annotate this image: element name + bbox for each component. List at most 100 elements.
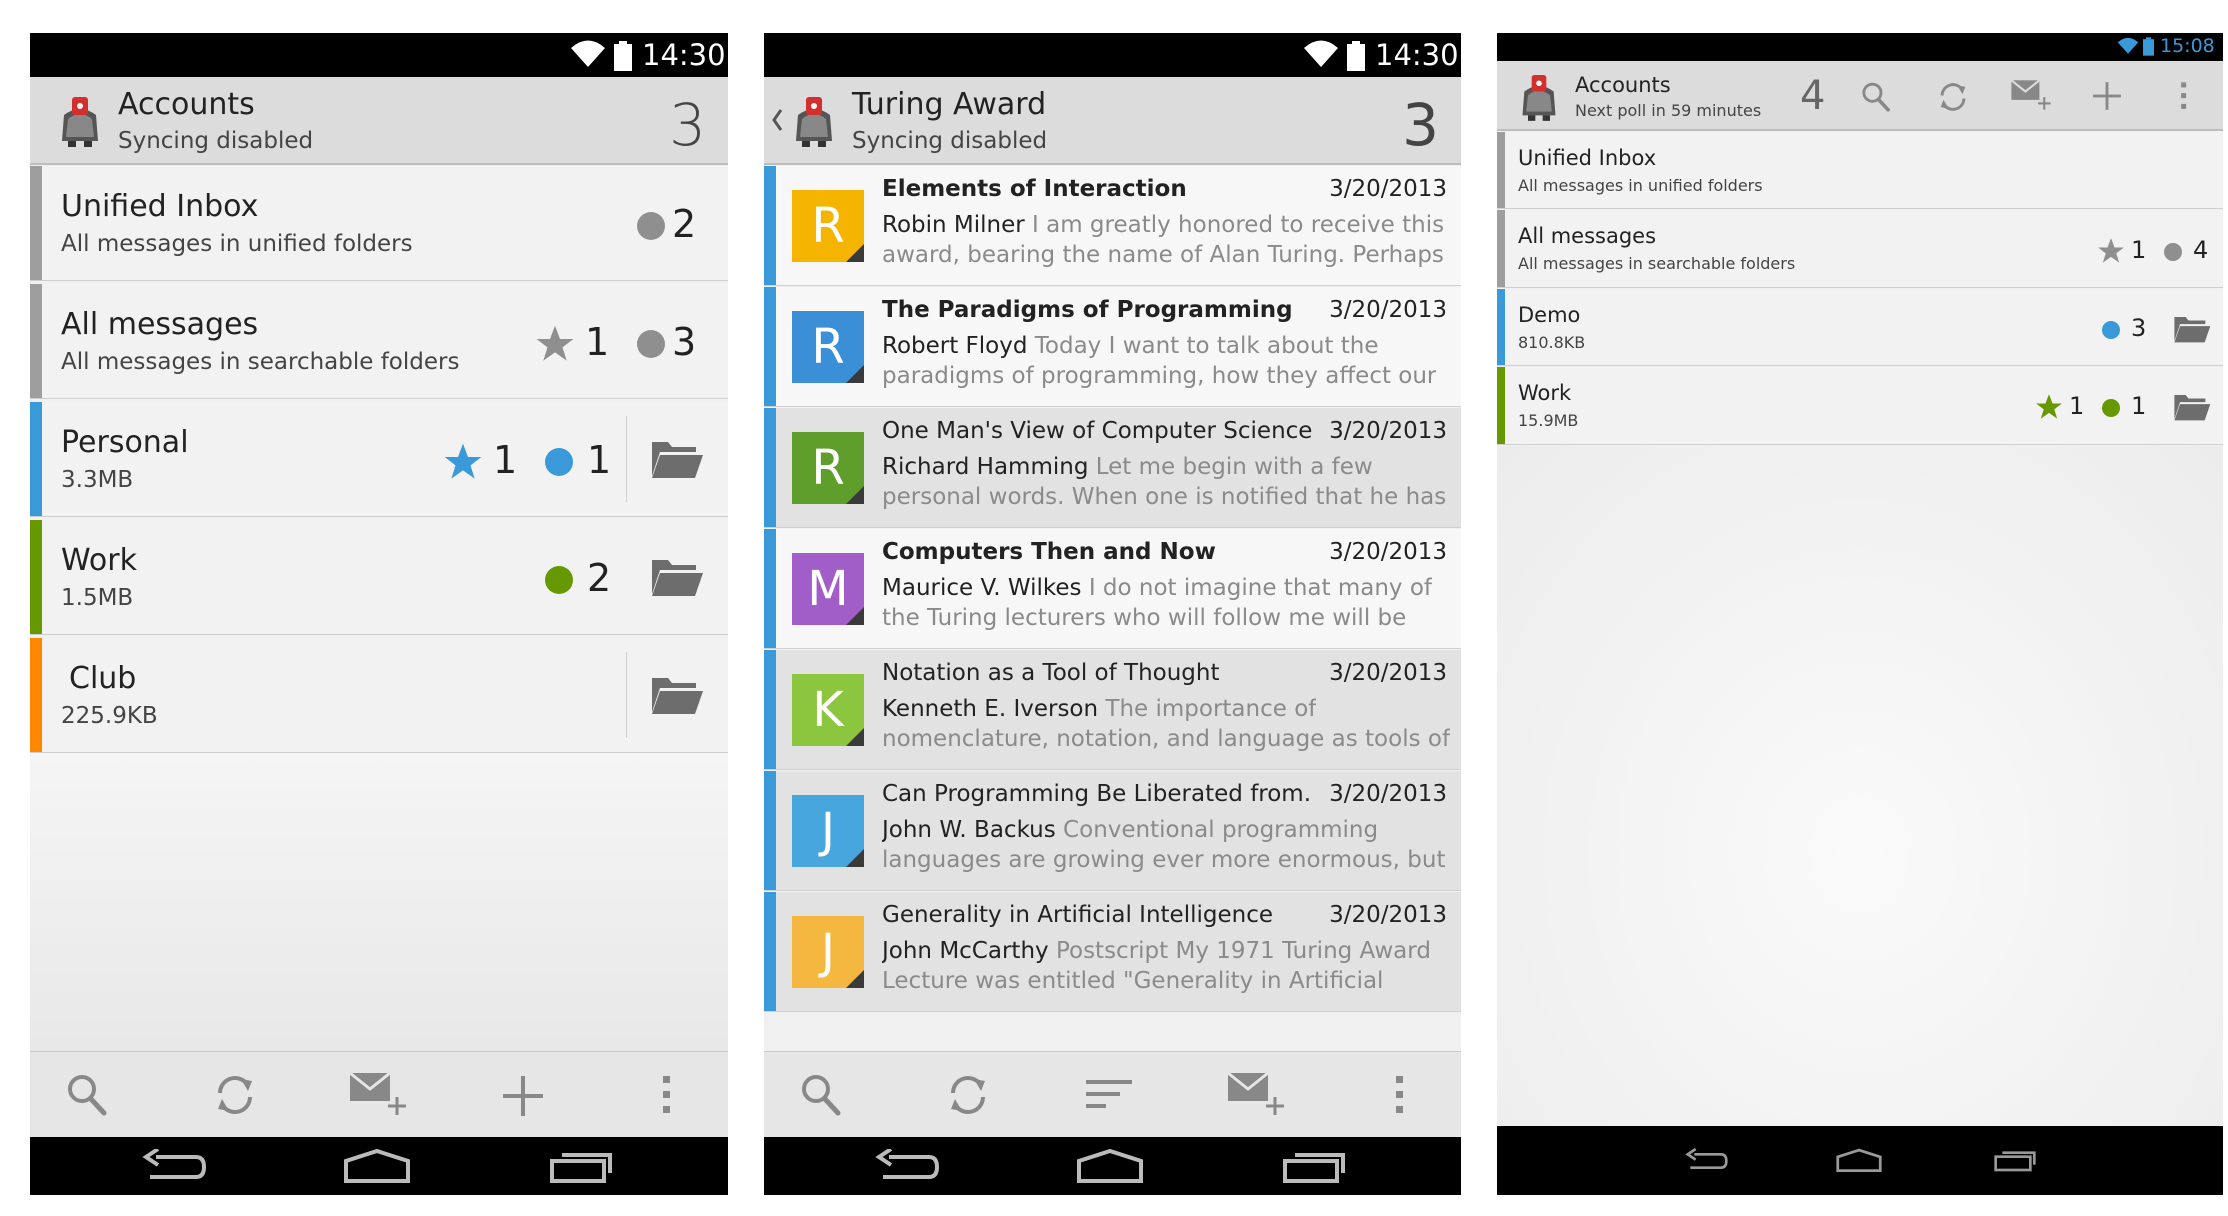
refresh-icon[interactable] xyxy=(213,1073,257,1117)
overflow-menu-icon[interactable] xyxy=(1395,1074,1405,1116)
home-icon[interactable] xyxy=(1075,1149,1145,1185)
status-bar: 14:30 xyxy=(30,33,728,77)
divider xyxy=(626,652,627,738)
contact-avatar[interactable]: R xyxy=(792,311,864,383)
refresh-icon[interactable] xyxy=(1937,81,1969,113)
divider xyxy=(626,416,627,502)
message-row[interactable]: R One Man's View of Computer Science 3/20/… xyxy=(764,408,1461,528)
sort-icon[interactable] xyxy=(1086,1078,1134,1110)
unread-count: 4 xyxy=(1800,73,1826,119)
account-row-club[interactable]: Club 225.9KB xyxy=(30,638,728,753)
back-icon[interactable] xyxy=(142,1149,208,1185)
avatar-letter: R xyxy=(811,440,845,496)
account-name: Demo xyxy=(1518,303,1581,327)
add-icon[interactable] xyxy=(2091,80,2123,112)
unread-count: 2 xyxy=(672,202,697,246)
message-date: 3/20/2013 xyxy=(1329,902,1447,928)
message-preview-line: Kenneth E. Iverson The importance of xyxy=(882,696,1316,722)
account-row-demo[interactable]: Demo 810.8KB 3 xyxy=(1497,289,2223,366)
account-row-all-messages[interactable]: All messages All messages in searchable … xyxy=(1497,210,2223,288)
account-description: 1.5MB xyxy=(61,585,134,611)
account-description: 15.9MB xyxy=(1518,411,1579,430)
message-row[interactable]: R Elements of Interaction 3/20/2013 Robin M… xyxy=(764,166,1461,286)
message-preview: personal words. When one is notified tha… xyxy=(882,484,1447,510)
message-sender: Kenneth E. Iverson xyxy=(882,696,1099,722)
message-preview: I am greatly honored to receive this xyxy=(1024,212,1445,238)
wifi-icon xyxy=(1303,39,1339,69)
account-description: 225.9KB xyxy=(61,703,158,729)
message-date: 3/20/2013 xyxy=(1329,297,1447,323)
add-icon[interactable] xyxy=(500,1073,546,1119)
screen-accounts: 14:30 Accounts Syncing disabled 3 Unifie… xyxy=(30,33,728,1195)
app-logo-icon[interactable] xyxy=(790,95,838,147)
message-sender: Maurice V. Wilkes xyxy=(882,575,1082,601)
app-logo-icon[interactable] xyxy=(56,95,104,147)
back-icon[interactable] xyxy=(1685,1148,1729,1174)
search-icon[interactable] xyxy=(66,1073,108,1117)
avatar-letter: J xyxy=(820,924,836,980)
recent-apps-icon[interactable] xyxy=(548,1147,614,1185)
account-color-strip xyxy=(1497,367,1505,444)
compose-icon[interactable] xyxy=(348,1069,408,1119)
account-row-unified-inbox[interactable]: Unified Inbox All messages in unified fo… xyxy=(1497,132,2223,209)
navigation-bar xyxy=(1497,1126,2223,1195)
compose-icon[interactable] xyxy=(1226,1069,1286,1119)
recent-apps-icon[interactable] xyxy=(1993,1146,2037,1174)
quick-contact-badge xyxy=(846,970,864,988)
account-color-strip xyxy=(764,650,776,769)
search-icon[interactable] xyxy=(1861,81,1891,113)
home-icon[interactable] xyxy=(1835,1148,1883,1174)
overflow-menu-icon[interactable] xyxy=(662,1074,672,1116)
up-caret-icon[interactable] xyxy=(772,109,782,131)
account-row-unified-inbox[interactable]: Unified Inbox All messages in unified fo… xyxy=(30,166,728,281)
folder-icon[interactable] xyxy=(2173,392,2211,422)
contact-avatar[interactable]: M xyxy=(792,553,864,625)
action-bar: Accounts Next poll in 59 minutes 4 xyxy=(1497,61,2223,131)
contact-avatar[interactable]: R xyxy=(792,432,864,504)
folder-icon[interactable] xyxy=(2173,314,2211,344)
compose-icon[interactable] xyxy=(2010,77,2052,113)
account-row-all-messages[interactable]: All messages All messages in searchable … xyxy=(30,284,728,399)
message-row[interactable]: J Can Programming Be Liberated from.. 3/20… xyxy=(764,771,1461,891)
message-row[interactable]: J Generality in Artificial Intelligence 3/… xyxy=(764,892,1461,1012)
app-logo-icon[interactable] xyxy=(1517,73,1561,121)
overflow-menu-icon[interactable] xyxy=(2180,81,2188,111)
wifi-icon xyxy=(570,39,606,69)
recent-apps-icon[interactable] xyxy=(1281,1147,1347,1185)
bottom-toolbar xyxy=(30,1051,728,1138)
account-description: 810.8KB xyxy=(1518,333,1586,352)
search-icon[interactable] xyxy=(800,1073,842,1117)
home-icon[interactable] xyxy=(342,1149,412,1185)
account-name: All messages xyxy=(1518,224,1657,248)
refresh-icon[interactable] xyxy=(946,1073,990,1117)
message-preview: Let me begin with a few xyxy=(1088,454,1373,480)
contact-avatar[interactable]: J xyxy=(792,795,864,867)
message-preview: nomenclature, notation, and language as … xyxy=(882,726,1451,752)
account-color-strip xyxy=(30,520,42,634)
account-row-work[interactable]: Work 1.5MB 2 xyxy=(30,520,728,635)
message-row[interactable]: K Notation as a Tool of Thought 3/20/2013 K… xyxy=(764,650,1461,770)
account-row-work[interactable]: Work 15.9MB 1 1 xyxy=(1497,367,2223,445)
contact-avatar[interactable]: K xyxy=(792,674,864,746)
folder-icon[interactable] xyxy=(650,674,704,716)
folder-icon[interactable] xyxy=(650,438,704,480)
account-row-personal[interactable]: Personal 3.3MB 1 1 xyxy=(30,402,728,517)
battery-icon xyxy=(2143,37,2154,56)
back-icon[interactable] xyxy=(875,1149,941,1185)
folder-icon[interactable] xyxy=(650,556,704,598)
message-row[interactable]: M Computers Then and Now 3/20/2013 Maurice … xyxy=(764,529,1461,649)
navigation-bar xyxy=(764,1137,1461,1195)
account-color-strip xyxy=(764,166,776,285)
action-bar-title: Accounts xyxy=(118,87,255,122)
navigation-bar xyxy=(30,1137,728,1195)
unread-count: 4 xyxy=(2193,236,2209,264)
message-list: R Elements of Interaction 3/20/2013 Robin M… xyxy=(764,166,1461,1051)
status-bar: 15:08 xyxy=(1497,33,2223,61)
screen-message-list: 14:30 Turing Award Syncing disabled 3 R E… xyxy=(764,33,1461,1195)
message-row[interactable]: R The Paradigms of Programming 3/20/2013 Ro… xyxy=(764,287,1461,407)
contact-avatar[interactable]: R xyxy=(792,190,864,262)
message-preview: The importance of xyxy=(1098,696,1317,722)
contact-avatar[interactable]: J xyxy=(792,916,864,988)
avatar-letter: J xyxy=(820,803,836,859)
avatar-letter: K xyxy=(812,682,844,738)
